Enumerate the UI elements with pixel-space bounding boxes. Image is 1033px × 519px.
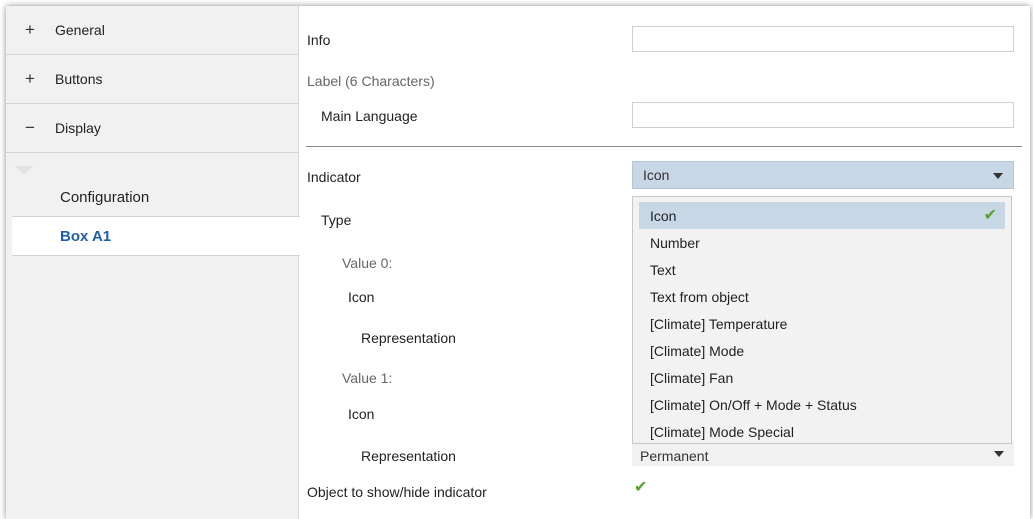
option-label: [Climate] Temperature (650, 315, 788, 332)
chevron-down-icon (994, 451, 1004, 457)
label-section-heading: Label (6 Characters) (307, 73, 435, 89)
sidebar-subitem-label: Configuration (60, 188, 150, 206)
dropdown-option-climate-mode-special[interactable]: [Climate] Mode Special (639, 418, 1005, 445)
option-label: Text (650, 261, 676, 278)
sidebar-item-display[interactable]: − Display (6, 104, 298, 153)
sidebar-item-label: Display (55, 120, 101, 136)
expand-plus-icon: + (25, 20, 35, 39)
checkmark-icon: ✔ (634, 479, 648, 496)
option-label: Number (650, 234, 700, 251)
value0-row: Value 0: (342, 250, 392, 276)
submenu-caret-icon (14, 166, 34, 174)
dropdown-option-climate-temperature[interactable]: [Climate] Temperature (639, 310, 1005, 337)
value0-label: Value 0: (342, 255, 393, 271)
option-label: [Climate] Mode Special (650, 423, 794, 440)
main-language-row: Main Language (321, 103, 418, 129)
value1-row: Value 1: (342, 365, 392, 391)
sidebar-subitem-box-a1[interactable]: Box A1 (12, 216, 300, 256)
dropdown-option-climate-mode[interactable]: [Climate] Mode (639, 337, 1005, 364)
collapse-minus-icon: − (25, 118, 35, 137)
sidebar-subitem-configuration[interactable]: Configuration (12, 177, 298, 217)
object-label: Object to show/hide indicator (307, 484, 487, 500)
indicator-select[interactable]: Icon (632, 161, 1014, 189)
option-label: [Climate] Mode (650, 342, 745, 359)
main-panel: Info Label (6 Characters) Main Language … (298, 6, 1030, 519)
dropdown-option-icon[interactable]: Icon ✔ (639, 202, 1005, 229)
info-label: Info (307, 32, 331, 48)
object-checkbox[interactable]: ✔ (634, 479, 652, 497)
info-field[interactable] (632, 26, 1014, 52)
option-label: [Climate] On/Off + Mode + Status (650, 396, 857, 413)
icon0-row: Icon (348, 284, 374, 310)
representation1-row: Representation (361, 443, 456, 469)
option-label: Icon (650, 207, 677, 224)
sidebar-item-buttons[interactable]: + Buttons (6, 55, 298, 104)
sidebar-item-general[interactable]: + General (6, 6, 298, 55)
app-window: + General + Buttons − Display Configurat… (6, 6, 1030, 519)
info-row: Info (307, 27, 330, 53)
icon0-label: Icon (348, 289, 375, 305)
indicator-dropdown-list: Icon ✔ Number Text Text from object [Cli… (632, 196, 1012, 444)
value1-label: Value 1: (342, 370, 393, 386)
indicator-select-value: Icon (643, 167, 670, 183)
dropdown-option-text[interactable]: Text (639, 256, 1005, 283)
icon1-row: Icon (348, 401, 374, 427)
dropdown-option-number[interactable]: Number (639, 229, 1005, 256)
main-language-field[interactable] (632, 102, 1014, 128)
expand-plus-icon: + (25, 69, 35, 88)
chevron-down-icon (993, 173, 1003, 179)
object-row: Object to show/hide indicator (307, 479, 487, 505)
main-language-label: Main Language (321, 108, 418, 124)
indicator-row: Indicator (307, 164, 361, 190)
divider (306, 146, 1022, 147)
sidebar-item-label: Buttons (55, 71, 103, 87)
dropdown-option-text-from-object[interactable]: Text from object (639, 283, 1005, 310)
sidebar-item-label: General (55, 22, 105, 38)
label-section-row: Label (6 Characters) (307, 68, 435, 94)
dropdown-option-climate-onoff-mode-status[interactable]: [Climate] On/Off + Mode + Status (639, 391, 1005, 418)
dropdown-option-climate-fan[interactable]: [Climate] Fan (639, 364, 1005, 391)
representation0-row: Representation (361, 325, 456, 351)
option-label: Text from object (650, 288, 749, 305)
representation0-label: Representation (361, 330, 456, 346)
option-label: [Climate] Fan (650, 369, 734, 386)
representation1-select-value: Permanent (640, 448, 709, 464)
icon1-label: Icon (348, 406, 375, 422)
sidebar: + General + Buttons − Display Configurat… (6, 6, 300, 519)
type-row: Type (321, 207, 351, 233)
indicator-label: Indicator (307, 169, 361, 185)
checkmark-icon: ✔ (983, 207, 997, 224)
type-label: Type (321, 212, 352, 228)
sidebar-subitem-label: Box A1 (60, 227, 112, 245)
representation1-select[interactable]: Permanent (632, 442, 1014, 466)
representation1-label: Representation (361, 448, 456, 464)
